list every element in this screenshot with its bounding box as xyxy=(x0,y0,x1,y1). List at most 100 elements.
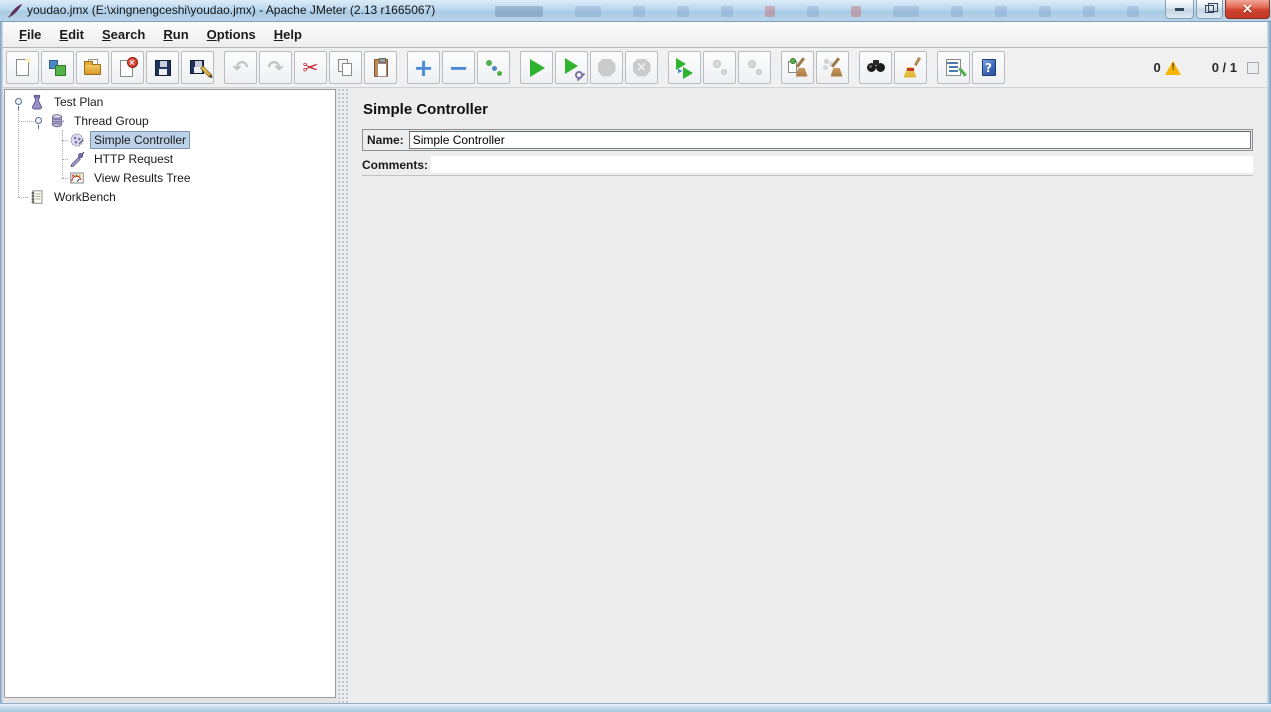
remote-start-all-button[interactable] xyxy=(668,51,701,84)
menu-search[interactable]: Search xyxy=(93,25,154,44)
menu-edit[interactable]: Edit xyxy=(50,25,93,44)
function-helper-icon xyxy=(943,57,967,79)
window-border-right xyxy=(1267,22,1271,712)
window-border-bottom xyxy=(0,703,1271,712)
restore-icon xyxy=(1205,3,1218,13)
tree-item-simple-controller[interactable]: Simple Controller xyxy=(7,131,333,149)
warning-icon[interactable]: ! xyxy=(1164,60,1182,75)
simple-controller-icon xyxy=(70,133,84,147)
tree-item-workbench[interactable]: WorkBench xyxy=(7,188,333,206)
function-helper-button[interactable] xyxy=(937,51,970,84)
toggle-icon xyxy=(483,57,505,79)
close-window-button[interactable]: × xyxy=(1225,0,1270,19)
content-area: Test Plan Thread Group Simple Controller… xyxy=(3,88,1267,703)
tree-item-http-request[interactable]: HTTP Request xyxy=(7,150,333,168)
test-running-indicator xyxy=(1247,61,1259,74)
remote-stop-all-button[interactable] xyxy=(703,51,736,84)
minimize-icon xyxy=(1175,7,1184,11)
help-icon: ? xyxy=(978,57,1000,79)
collapse-all-button[interactable]: − xyxy=(442,51,475,84)
remote-shutdown-all-button[interactable] xyxy=(738,51,771,84)
cut-icon: ✂ xyxy=(302,56,319,79)
undo-button[interactable]: ↶ xyxy=(224,51,257,84)
tree-item-view-results-tree[interactable]: View Results Tree xyxy=(7,169,333,187)
clear-icon xyxy=(787,56,809,79)
paste-icon xyxy=(370,57,392,79)
save-as-icon xyxy=(187,57,212,79)
menu-options[interactable]: Options xyxy=(198,25,265,44)
templates-button[interactable] xyxy=(41,51,74,84)
minimize-button[interactable] xyxy=(1165,0,1194,19)
copy-icon xyxy=(335,57,357,79)
start-no-pauses-button[interactable] xyxy=(555,51,588,84)
search-reset-button[interactable] xyxy=(894,51,927,84)
close-file-button[interactable]: × xyxy=(111,51,144,84)
toggle-button[interactable] xyxy=(477,51,510,84)
remote-start-all-icon xyxy=(674,57,696,79)
templates-icon xyxy=(47,57,69,79)
redo-button[interactable]: ↷ xyxy=(259,51,292,84)
copy-button[interactable] xyxy=(329,51,362,84)
tree-item-test-plan[interactable]: Test Plan xyxy=(7,93,333,111)
log-error-count[interactable]: 0 xyxy=(1153,60,1160,75)
toolbar: × ↶ ↷ ✂ + − × ? 0 ! 0 / 1 xyxy=(3,48,1267,88)
cut-button[interactable]: ✂ xyxy=(294,51,327,84)
test-plan-icon xyxy=(32,94,42,110)
save-as-button[interactable] xyxy=(181,51,214,84)
jmeter-logo-icon xyxy=(8,4,22,18)
comments-label: Comments: xyxy=(362,157,429,172)
undo-icon: ↶ xyxy=(232,56,249,79)
page-title: Simple Controller xyxy=(363,101,489,118)
help-button[interactable]: ? xyxy=(972,51,1005,84)
comments-field[interactable] xyxy=(431,156,1253,173)
view-results-tree-icon xyxy=(70,172,84,184)
toolbar-status: 0 ! 0 / 1 xyxy=(1153,60,1267,75)
search-reset-icon xyxy=(900,56,922,79)
start-icon xyxy=(526,57,548,79)
stop-icon xyxy=(596,57,618,79)
shutdown-button[interactable]: × xyxy=(625,51,658,84)
name-label: Name: xyxy=(367,133,404,147)
expand-all-button[interactable]: + xyxy=(407,51,440,84)
collapse-all-icon: − xyxy=(448,53,469,82)
close-file-icon: × xyxy=(117,56,139,79)
search-button[interactable] xyxy=(859,51,892,84)
menu-help[interactable]: Help xyxy=(265,25,311,44)
clear-all-button[interactable] xyxy=(816,51,849,84)
splitpane-divider[interactable] xyxy=(337,88,349,703)
active-thread-count: 0 / 1 xyxy=(1211,60,1237,75)
remote-shutdown-all-icon xyxy=(744,57,766,79)
save-button[interactable] xyxy=(146,51,179,84)
menu-file[interactable]: File xyxy=(10,25,50,44)
window-border-left xyxy=(0,22,3,712)
start-no-pauses-icon xyxy=(561,57,583,79)
stop-button[interactable] xyxy=(590,51,623,84)
menubar: File Edit Search Run Options Help xyxy=(3,22,1267,48)
clear-all-icon xyxy=(822,56,844,79)
window-controls: × xyxy=(1163,0,1270,19)
window-title: youdao.jmx (E:\xingnengceshi\youdao.jmx)… xyxy=(27,3,436,17)
start-button[interactable] xyxy=(520,51,553,84)
search-icon xyxy=(865,57,887,79)
name-row: Name: xyxy=(362,129,1253,151)
restore-button[interactable] xyxy=(1196,0,1223,19)
open-folder-icon xyxy=(82,57,104,79)
save-icon xyxy=(152,57,174,79)
simple-controller-panel: Simple Controller Name: Comments: xyxy=(349,88,1267,703)
open-button[interactable] xyxy=(76,51,109,84)
new-button[interactable] xyxy=(6,51,39,84)
clear-button[interactable] xyxy=(781,51,814,84)
titlebar-ghost-artifacts xyxy=(495,5,1139,18)
http-request-icon xyxy=(70,151,85,167)
tree-item-thread-group[interactable]: Thread Group xyxy=(7,112,333,130)
test-plan-tree: Test Plan Thread Group Simple Controller… xyxy=(4,89,336,698)
comments-row: Comments: xyxy=(362,154,1253,176)
workbench-icon xyxy=(31,190,43,204)
menu-run[interactable]: Run xyxy=(154,25,197,44)
paste-button[interactable] xyxy=(364,51,397,84)
redo-icon: ↷ xyxy=(267,56,284,79)
thread-group-icon xyxy=(52,114,65,128)
close-icon: × xyxy=(1241,1,1254,17)
expand-all-icon: + xyxy=(413,53,434,82)
name-field[interactable] xyxy=(408,131,1251,149)
